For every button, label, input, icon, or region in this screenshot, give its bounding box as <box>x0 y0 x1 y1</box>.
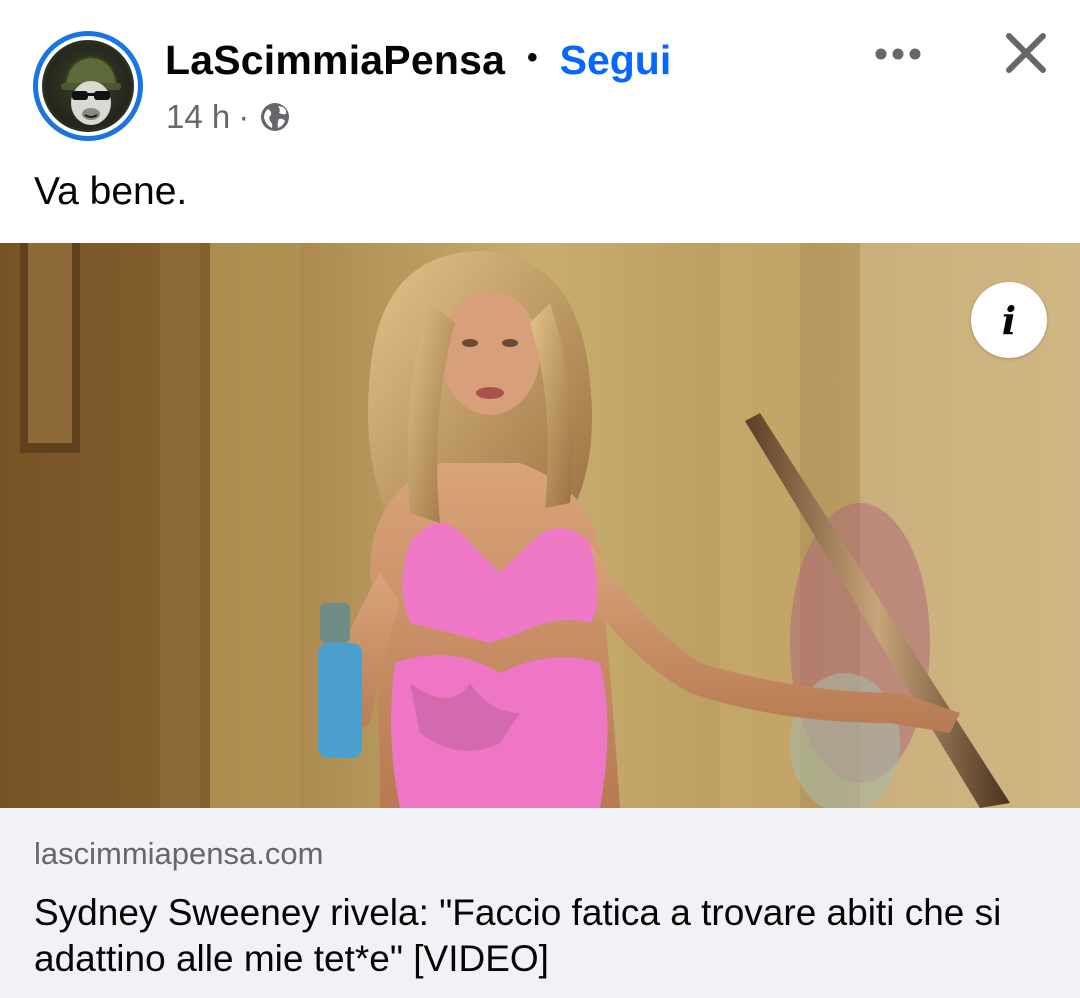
header-separator: • <box>527 41 538 74</box>
monkey-helmet-logo <box>42 40 134 132</box>
link-title[interactable]: Sydney Sweeney rivela: "Faccio fatica a … <box>34 890 1044 982</box>
author-name[interactable]: LaScimmiaPensa <box>165 37 505 84</box>
info-icon: i <box>1001 297 1017 343</box>
post-timestamp[interactable]: 14 h <box>166 98 230 136</box>
link-domain: lascimmiapensa.com <box>34 836 324 871</box>
link-preview[interactable]: lascimmiapensa.com Sydney Sweeney rivela… <box>0 808 1080 998</box>
close-icon <box>1006 33 1046 73</box>
info-button[interactable]: i <box>971 282 1047 358</box>
more-dots-icon <box>875 48 921 60</box>
close-button[interactable] <box>1000 27 1052 79</box>
more-options-button[interactable] <box>868 30 928 78</box>
feed-post: LaScimmiaPensa • Segui 14 h · Va bene. i… <box>0 0 1080 998</box>
globe-icon[interactable] <box>259 101 291 133</box>
avatar[interactable] <box>33 31 143 141</box>
post-image[interactable]: i <box>0 243 1080 808</box>
post-meta: 14 h · <box>166 96 291 138</box>
post-header: LaScimmiaPensa • Segui <box>165 34 671 86</box>
post-caption: Va bene. <box>34 170 188 213</box>
meta-separator: · <box>238 98 250 135</box>
follow-button[interactable]: Segui <box>560 37 672 84</box>
